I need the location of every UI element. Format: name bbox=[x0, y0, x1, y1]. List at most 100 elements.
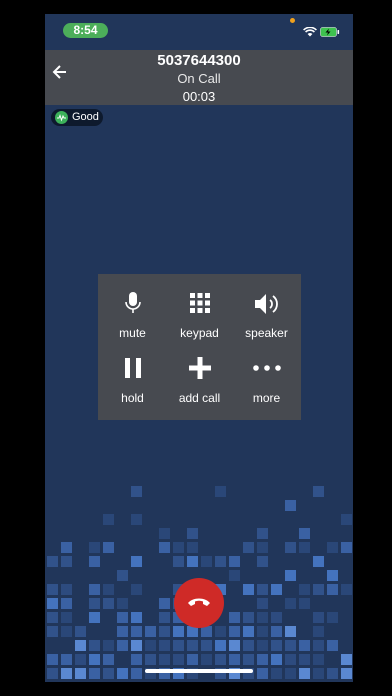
pattern-tile bbox=[341, 584, 352, 595]
pattern-tile bbox=[285, 598, 296, 609]
pattern-tile bbox=[103, 654, 114, 665]
pattern-tile bbox=[89, 556, 100, 567]
pattern-tile bbox=[327, 584, 338, 595]
pattern-tile bbox=[257, 668, 268, 679]
pattern-tile bbox=[243, 542, 254, 553]
home-indicator bbox=[145, 669, 253, 673]
pattern-tile bbox=[327, 668, 338, 679]
pattern-tile bbox=[271, 668, 282, 679]
pattern-tile bbox=[75, 668, 86, 679]
pattern-tile bbox=[103, 514, 114, 525]
end-call-button[interactable] bbox=[174, 578, 224, 628]
pattern-tile bbox=[173, 654, 184, 665]
more-label: more bbox=[252, 391, 281, 405]
pattern-tile bbox=[131, 640, 142, 651]
pattern-tile bbox=[187, 654, 198, 665]
mute-button[interactable]: mute bbox=[99, 291, 166, 351]
hang-up-phone-icon bbox=[188, 598, 210, 606]
pattern-tile bbox=[89, 640, 100, 651]
signal-wave-icon bbox=[55, 111, 68, 124]
pattern-tile bbox=[131, 556, 142, 567]
pattern-tile bbox=[145, 640, 156, 651]
pattern-tile bbox=[313, 640, 324, 651]
pattern-tile bbox=[271, 626, 282, 637]
keypad-button[interactable]: keypad bbox=[166, 291, 233, 351]
pattern-tile bbox=[75, 626, 86, 637]
wifi-icon bbox=[303, 27, 317, 37]
keypad-icon bbox=[189, 293, 210, 313]
pattern-tile bbox=[341, 542, 352, 553]
pattern-tile bbox=[313, 626, 324, 637]
pattern-tile bbox=[201, 556, 212, 567]
pattern-tile bbox=[201, 654, 212, 665]
pattern-tile bbox=[117, 598, 128, 609]
pattern-tile bbox=[159, 612, 170, 623]
pattern-tile bbox=[299, 584, 310, 595]
pattern-tile bbox=[299, 542, 310, 553]
pattern-tile bbox=[327, 612, 338, 623]
hold-button[interactable]: hold bbox=[99, 356, 166, 416]
call-duration: 00:03 bbox=[182, 89, 216, 104]
pattern-tile bbox=[271, 584, 282, 595]
pattern-tile bbox=[243, 654, 254, 665]
call-header: 5037644300 On Call 00:03 bbox=[45, 50, 353, 105]
hold-label: hold bbox=[121, 391, 144, 405]
pattern-tile bbox=[285, 542, 296, 553]
pattern-tile bbox=[285, 500, 296, 511]
pattern-tile bbox=[103, 640, 114, 651]
pattern-tile bbox=[313, 584, 324, 595]
pattern-tile bbox=[341, 668, 352, 679]
pattern-tile bbox=[299, 668, 310, 679]
pattern-tile bbox=[327, 542, 338, 553]
pattern-tile bbox=[103, 598, 114, 609]
speaker-icon bbox=[254, 294, 278, 314]
pattern-tile bbox=[229, 556, 240, 567]
plus-icon bbox=[188, 357, 211, 379]
pattern-tile bbox=[89, 542, 100, 553]
pattern-tile bbox=[229, 570, 240, 581]
pattern-tile bbox=[271, 612, 282, 623]
pattern-tile bbox=[215, 486, 226, 497]
pattern-tile bbox=[257, 528, 268, 539]
pattern-tile bbox=[47, 612, 58, 623]
pattern-tile bbox=[187, 528, 198, 539]
speaker-button[interactable]: speaker bbox=[233, 291, 300, 351]
pattern-tile bbox=[61, 556, 72, 567]
pattern-tile bbox=[131, 584, 142, 595]
pattern-tile bbox=[299, 598, 310, 609]
pattern-tile bbox=[173, 626, 184, 637]
microphone-icon bbox=[124, 292, 141, 313]
pattern-tile bbox=[299, 528, 310, 539]
pattern-tile bbox=[61, 626, 72, 637]
speaker-label: speaker bbox=[245, 326, 288, 340]
pattern-tile bbox=[103, 668, 114, 679]
pattern-tile bbox=[159, 626, 170, 637]
pattern-tile bbox=[131, 612, 142, 623]
pattern-tile bbox=[285, 668, 296, 679]
pattern-tile bbox=[61, 542, 72, 553]
more-button[interactable]: more bbox=[233, 356, 300, 416]
pattern-tile bbox=[243, 584, 254, 595]
pattern-tile bbox=[47, 556, 58, 567]
pattern-tile bbox=[327, 640, 338, 651]
pattern-tile bbox=[257, 654, 268, 665]
add-call-button[interactable]: add call bbox=[166, 356, 233, 416]
pattern-tile bbox=[215, 626, 226, 637]
pattern-tile bbox=[299, 640, 310, 651]
caller-number: 5037644300 bbox=[157, 52, 241, 69]
pattern-tile bbox=[89, 612, 100, 623]
pattern-tile bbox=[201, 640, 212, 651]
pattern-tile bbox=[159, 528, 170, 539]
pattern-tile bbox=[257, 542, 268, 553]
pattern-tile bbox=[229, 626, 240, 637]
pattern-tile bbox=[341, 514, 352, 525]
pattern-tile bbox=[47, 598, 58, 609]
status-time: 8:54 bbox=[63, 23, 108, 38]
pattern-tile bbox=[131, 654, 142, 665]
pattern-tile bbox=[313, 668, 324, 679]
pattern-tile bbox=[47, 626, 58, 637]
pattern-tile bbox=[313, 612, 324, 623]
pattern-tile bbox=[89, 584, 100, 595]
pattern-tile bbox=[117, 570, 128, 581]
pause-icon bbox=[124, 358, 141, 378]
